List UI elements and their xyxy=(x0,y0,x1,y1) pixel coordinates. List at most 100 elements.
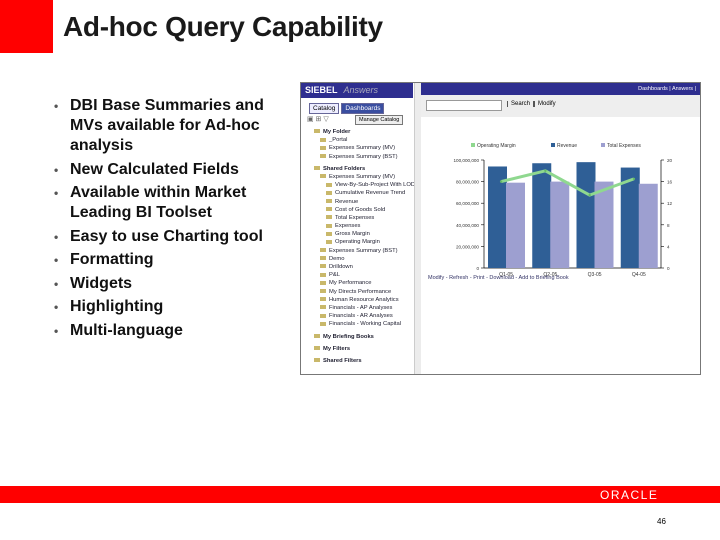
right-tick-label: 16 xyxy=(667,180,673,185)
tree-item[interactable]: My Filters xyxy=(306,345,416,353)
bullet-text: Multi-language xyxy=(70,321,183,339)
category-label: Q3-05 xyxy=(588,272,602,278)
tree-item[interactable]: Human Resource Analytics xyxy=(306,296,416,304)
folder-icon xyxy=(320,256,326,261)
scrollbar[interactable] xyxy=(414,83,421,374)
tree-item[interactable]: Shared Folders xyxy=(306,165,416,173)
tree-item[interactable]: Total Expenses xyxy=(306,214,416,222)
siebel-logo: SIEBEL xyxy=(305,85,338,95)
legend-swatch xyxy=(551,143,555,147)
bullet-text: Formatting xyxy=(70,251,154,268)
result-links[interactable]: Modify - Refresh - Print - Download - Ad… xyxy=(428,275,569,281)
bullet-dot: • xyxy=(54,300,59,314)
tree-item[interactable]: Financials - AP Analyses xyxy=(306,304,416,312)
tree-item[interactable]: Expenses Summary (MV) xyxy=(306,144,416,152)
report-icon xyxy=(326,182,332,187)
tree-item-label: My Filters xyxy=(323,345,351,352)
total-expenses-bar xyxy=(594,181,614,268)
folder-icon xyxy=(320,289,326,294)
tree-item-label: My Briefing Books xyxy=(323,333,374,340)
bullet-text: DBI Base Summaries and MVs available for… xyxy=(70,97,264,154)
top-links[interactable]: Dashboards | Answers | xyxy=(421,83,700,95)
revenue-bar xyxy=(532,163,552,268)
bullet-text: New Calculated Fields xyxy=(70,160,239,178)
tree-item[interactable]: My Directs Performance xyxy=(306,288,416,296)
folder-icon xyxy=(320,272,326,277)
right-tick-label: 12 xyxy=(667,201,673,206)
bullet-list: • DBI Base Summaries and MVs available fo… xyxy=(54,96,294,344)
manage-catalog-button[interactable]: Manage Catalog xyxy=(355,115,404,125)
catalog-tree: My Folder _Portal Expenses Summary (MV) Exp… xyxy=(306,128,416,365)
left-tick-label: 60,000,000 xyxy=(456,201,479,206)
tree-item[interactable]: Gross Margin xyxy=(306,230,416,238)
legend-label: Revenue xyxy=(557,143,577,149)
tree-item[interactable]: Cumulative Revenue Trend xyxy=(306,189,416,197)
tree-item-label: Cost of Goods Sold xyxy=(335,206,386,213)
bullet-dot: • xyxy=(54,229,59,244)
tree-item[interactable]: Expenses xyxy=(306,222,416,230)
right-tick-label: 4 xyxy=(667,244,670,249)
folder-icon xyxy=(314,166,320,171)
tree-item-label: Expenses Summary (MV) xyxy=(329,145,396,152)
report-icon xyxy=(326,239,332,244)
tree-item[interactable]: Demo xyxy=(306,255,416,263)
bullet-text: Easy to use Charting tool xyxy=(70,227,263,245)
tree-item[interactable]: Shared Filters xyxy=(306,357,416,365)
tree-item[interactable]: Expenses Summary (BST) xyxy=(306,247,416,255)
tree-item[interactable]: View-By-Sub-Project With LOD xyxy=(306,181,416,189)
right-tick-label: 0 xyxy=(667,266,670,271)
left-tick-label: 20,000,000 xyxy=(456,244,479,249)
tree-item-label: P&L xyxy=(329,272,340,279)
report-icon xyxy=(326,198,332,203)
bullet-dot: • xyxy=(54,323,59,338)
catalog-toolbar-icons[interactable]: ▣ ⊞ ▽ xyxy=(307,115,329,123)
tree-item-label: Revenue xyxy=(335,198,359,205)
folder-icon xyxy=(320,174,326,179)
folder-icon xyxy=(320,321,326,326)
folder-icon xyxy=(320,280,326,285)
legend-swatch xyxy=(601,143,605,147)
search-input[interactable] xyxy=(426,100,502,111)
left-tick-label: 40,000,000 xyxy=(456,223,479,228)
folder-icon xyxy=(314,346,320,351)
tab-dashboards[interactable]: Dashboards xyxy=(341,103,385,114)
tree-item[interactable]: P&L xyxy=(306,271,416,279)
tree-item[interactable]: My Folder xyxy=(306,128,416,136)
tree-item-label: View-By-Sub-Project With LOD xyxy=(335,182,416,189)
tree-item[interactable]: Drilldown xyxy=(306,263,416,271)
tree-item[interactable]: My Performance xyxy=(306,279,416,287)
tree-item-label: Shared Folders xyxy=(323,165,366,172)
tree-item-label: Expenses Summary (MV) xyxy=(329,173,396,180)
tree-item[interactable]: Cost of Goods Sold xyxy=(306,206,416,214)
tree-item[interactable]: Expenses Summary (MV) xyxy=(306,173,416,181)
tree-item-label: Drilldown xyxy=(329,264,353,270)
tree-item-label: Demo xyxy=(329,255,345,262)
app-header: SIEBEL Answers xyxy=(301,83,413,98)
folder-icon xyxy=(320,248,326,253)
tree-item[interactable]: Financials - AR Analyses xyxy=(306,312,416,320)
bullet-dot: • xyxy=(54,253,59,267)
tree-item[interactable]: My Briefing Books xyxy=(306,333,416,341)
left-tick-label: 100,000,000 xyxy=(453,158,479,163)
tree-item[interactable]: _Portal xyxy=(306,136,416,144)
report-icon xyxy=(326,215,332,220)
operating-margin-point xyxy=(544,169,547,172)
tab-catalog[interactable]: Catalog xyxy=(309,103,340,114)
tree-item-label: Expenses Summary (BST) xyxy=(329,247,398,254)
tree-item-label: My Performance xyxy=(329,280,372,287)
title-accent-square xyxy=(0,0,53,53)
legend-swatch xyxy=(471,143,475,147)
modify-button[interactable]: Modify xyxy=(533,101,559,107)
folder-icon xyxy=(320,297,326,302)
tree-item[interactable]: Revenue xyxy=(306,198,416,206)
tree-item-label: Cumulative Revenue Trend xyxy=(335,190,406,197)
report-icon xyxy=(326,223,332,228)
report-icon xyxy=(326,190,332,195)
folder-icon xyxy=(320,313,326,318)
tree-item[interactable]: Financials - Working Capital xyxy=(306,320,416,328)
left-tick-label: 80,000,000 xyxy=(456,180,479,185)
tree-item[interactable]: Operating Margin xyxy=(306,238,416,246)
bullet-item: • Widgets xyxy=(54,274,294,294)
search-button[interactable]: Search xyxy=(507,101,533,107)
tree-item[interactable]: Expenses Summary (BST) xyxy=(306,153,416,161)
